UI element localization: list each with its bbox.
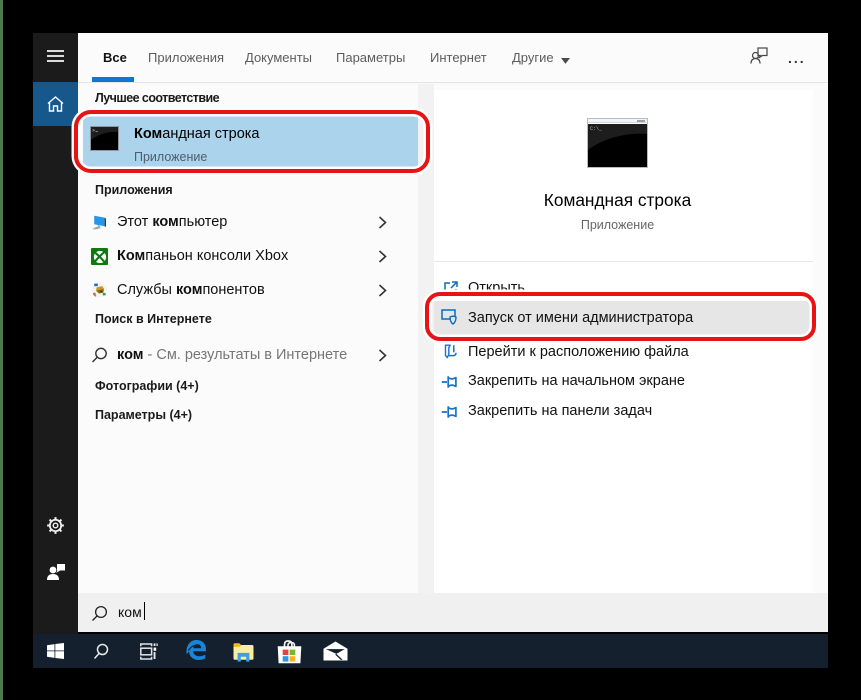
svg-text:C:\_: C:\_ (590, 126, 603, 132)
